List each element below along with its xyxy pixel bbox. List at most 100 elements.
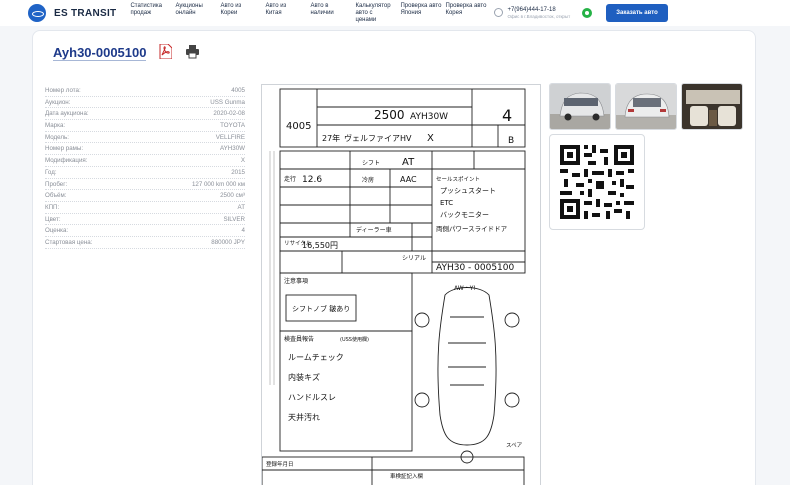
sheet-bottom-label: 車検証記入欄	[390, 472, 424, 480]
sheet-remark-3: バックモニター	[440, 210, 489, 219]
sheet-remark-1: プッシュスタート	[440, 186, 496, 195]
sheet-cooler-label: 冷房	[362, 176, 374, 184]
qr-code[interactable]	[549, 134, 645, 230]
front-photo[interactable]	[549, 83, 611, 130]
spec-row: Стартовая цена: 880000 JPY	[45, 237, 245, 249]
sheet-grade-code: AYH30W	[410, 112, 448, 122]
qr-code-image	[560, 145, 634, 219]
spec-label: Стартовая цена:	[45, 238, 93, 246]
sheet-shift-label: シフト	[362, 160, 380, 167]
spec-row: Цвет: SILVER	[45, 214, 245, 226]
spec-value: 2015	[231, 168, 245, 176]
sheet-handwritten-2: 内装キズ	[288, 372, 320, 382]
nav-item-6[interactable]: Проверка авто Япония	[400, 3, 445, 24]
sheet-uss-label: (USS使用欄)	[340, 336, 369, 343]
spec-value: 4	[241, 227, 245, 235]
spec-row: Пробег: 127 000 km 000 км	[45, 179, 245, 191]
sheet-bottom-left: 登録年月日	[266, 460, 294, 468]
sheet-recycle: 16,550円	[302, 241, 338, 250]
main-nav: Статистика продаж Аукционы онлайн Авто из …	[130, 3, 490, 24]
brand-name[interactable]: ES TRANSIT	[54, 8, 116, 19]
spec-row: Дата аукциона: 2020-02-08	[45, 108, 245, 121]
spec-value: USS Gunma	[210, 98, 245, 106]
spec-row: Модель: VELLFIRE	[45, 132, 245, 144]
spec-row: Оценка: 4	[45, 225, 245, 237]
nav-item-3[interactable]: Авто из Китая	[265, 3, 310, 24]
sheet-score: 4	[502, 106, 512, 125]
sheet-trim: X	[427, 133, 434, 144]
spec-label: Цвет:	[45, 215, 61, 223]
spec-value: SILVER	[223, 215, 245, 223]
sheet-notes-label: 注意事項	[284, 277, 308, 285]
sheet-interior: B	[508, 136, 514, 146]
office-hours: Офис в г.Владивосток, открыт	[507, 13, 571, 19]
rear-photo[interactable]	[615, 83, 677, 130]
spec-label: Модель:	[45, 133, 69, 141]
spec-value: 127 000 km 000 км	[191, 180, 245, 188]
spec-row: КПП: AT	[45, 202, 245, 214]
sheet-sales-points-label: セールスポイント	[436, 176, 480, 183]
interior-photo[interactable]	[681, 83, 743, 130]
spec-label: Год:	[45, 168, 57, 176]
auction-sheet[interactable]: 4005 2500 AYH30W 27年 ヴェルファイアHV X 4 B 走行 …	[261, 84, 541, 485]
spec-label: Модификация:	[45, 157, 88, 165]
spec-value: TOYOTA	[220, 122, 245, 130]
spec-label: Номер рамы:	[45, 145, 84, 153]
sheet-displacement: 2500	[374, 108, 405, 122]
sheet-model: ヴェルファイアHV	[344, 133, 412, 143]
sheet-mileage-label: 走行	[284, 175, 296, 183]
sheet-dealer: ディーラー車	[356, 226, 392, 234]
phone-number[interactable]: +7(964)444-17-18	[507, 7, 570, 14]
nav-item-1[interactable]: Аукционы онлайн	[175, 3, 220, 24]
spec-label: Объём:	[45, 192, 67, 200]
spec-value: 4005	[231, 87, 245, 94]
sheet-remark-4: 両側パワースライドドア	[436, 225, 508, 233]
sheet-notes: シフトノブ 皺あり	[292, 304, 350, 313]
sheet-handwritten-3: ハンドルスレ	[288, 393, 336, 402]
phone-icon	[494, 7, 504, 17]
nav-item-7[interactable]: Проверка авто Корея	[445, 3, 490, 24]
spec-value: AT	[237, 203, 245, 211]
logo-icon[interactable]	[28, 4, 46, 22]
spec-label: Номер лота:	[45, 87, 81, 94]
spec-label: Дата аукциона:	[45, 110, 89, 118]
nav-item-0[interactable]: Статистика продаж	[130, 3, 175, 24]
sheet-handwritten-1: ルームチェック	[288, 353, 344, 362]
nav-item-4[interactable]: Авто в наличии	[310, 3, 355, 24]
spec-value: 2500 см³	[220, 192, 245, 200]
spec-value: 2020-02-08	[213, 110, 245, 118]
sheet-remark-2: ETC	[440, 199, 453, 207]
lot-card: Ayh30-0005100 Номер лота: 4005 Аукцион: USS…	[32, 30, 756, 485]
spec-row: Номер рамы: AYH30W	[45, 143, 245, 156]
site-header: ES TRANSIT Статистика продаж Аукционы онл…	[0, 0, 790, 26]
sheet-spare-label: スペア	[506, 442, 523, 449]
spec-row: Объём: 2500 см³	[45, 190, 245, 202]
sheet-mileage: 12.6	[302, 175, 322, 185]
sheet-year: 27年	[322, 133, 340, 143]
spec-value: AYH30W	[220, 145, 245, 153]
spec-label: КПП:	[45, 203, 60, 211]
spec-row: Модификация: X	[45, 155, 245, 167]
spec-row: Номер лота: 4005	[45, 85, 245, 97]
spec-row: Марка: TOYOTA	[45, 120, 245, 132]
spec-value: VELLFIRE	[215, 133, 245, 141]
spec-label: Пробег:	[45, 180, 68, 188]
spec-row: Аукцион: USS Gunma	[45, 97, 245, 109]
sheet-diagram-label: AW・Y!	[454, 285, 476, 292]
spec-label: Аукцион:	[45, 98, 71, 106]
nav-item-2[interactable]: Авто из Кореи	[220, 3, 265, 24]
nav-item-5[interactable]: Калькулятор авто с ценами	[355, 3, 400, 24]
lot-title[interactable]: Ayh30-0005100	[53, 45, 147, 61]
whatsapp-icon[interactable]	[582, 8, 593, 18]
contact-block: +7(964)444-17-18 Офис в г.Владивосток, о…	[494, 7, 570, 20]
sheet-transmission: AT	[402, 157, 415, 168]
sheet-ac: AAC	[400, 175, 417, 184]
printer-icon[interactable]	[185, 44, 200, 59]
photo-gallery	[549, 83, 743, 130]
auction-sheet-drawing: 4005 2500 AYH30W 27年 ヴェルファイアHV X 4 B 走行 …	[262, 88, 526, 485]
order-car-button[interactable]: Заказать авто	[606, 4, 668, 22]
sheet-inspector-label: 検査員報告	[284, 335, 314, 343]
sheet-serial-label: シリアル	[402, 255, 426, 262]
pdf-icon[interactable]	[159, 44, 172, 59]
sheet-lot-number: 4005	[286, 121, 311, 132]
